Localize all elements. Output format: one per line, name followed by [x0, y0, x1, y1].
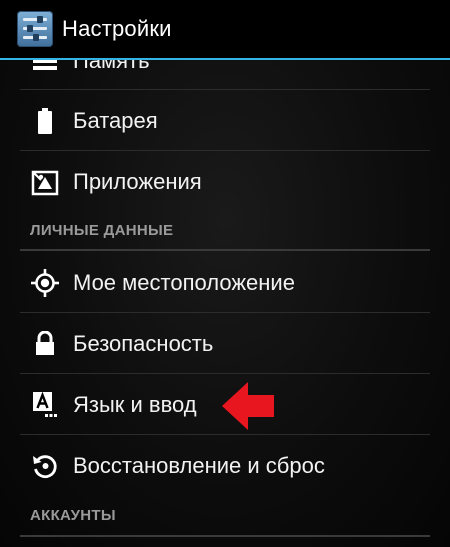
apps-icon	[30, 167, 60, 197]
section-divider	[20, 535, 430, 537]
lock-icon	[30, 329, 60, 359]
language-input-icon	[30, 390, 60, 420]
settings-item-backup-reset[interactable]: Восстановление и сброс	[20, 435, 430, 496]
battery-icon	[30, 106, 60, 136]
settings-item-security[interactable]: Безопасность	[20, 313, 430, 374]
action-bar: Настройки	[0, 0, 450, 60]
settings-item-location[interactable]: Мое местоположение	[20, 252, 430, 313]
settings-item-apps[interactable]: Приложения	[20, 151, 430, 212]
settings-item-label: Безопасность	[73, 330, 214, 356]
page-title: Настройки	[62, 16, 172, 41]
backup-reset-icon	[30, 451, 60, 481]
location-icon	[30, 268, 60, 298]
settings-item-label: Мое местоположение	[73, 269, 295, 295]
settings-list: Память Батарея Приложения ЛИЧНЫЕ ДАННЫЕ	[0, 0, 450, 547]
annotation-arrow-icon	[222, 382, 274, 430]
settings-item-label: Язык и ввод	[73, 391, 197, 417]
settings-item-label: Восстановление и сброс	[73, 452, 325, 478]
section-header-personal: ЛИЧНЫЕ ДАННЫЕ	[30, 222, 174, 239]
section-divider	[20, 249, 430, 251]
settings-item-battery[interactable]: Батарея	[20, 90, 430, 151]
section-header-accounts: АККАУНТЫ	[30, 507, 116, 524]
settings-item-label: Приложения	[73, 168, 202, 194]
settings-item-label: Батарея	[73, 107, 158, 133]
settings-app-icon[interactable]	[17, 11, 53, 47]
